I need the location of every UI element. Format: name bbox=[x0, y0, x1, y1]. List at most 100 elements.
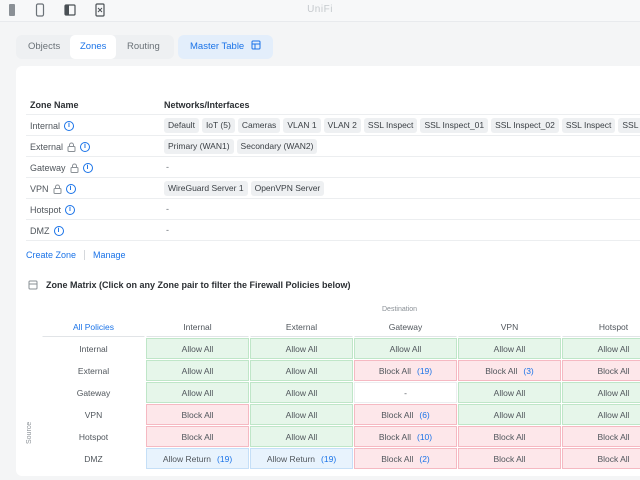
matrix-cell[interactable]: Allow All bbox=[562, 404, 640, 425]
network-chip: IoT (5) bbox=[201, 118, 235, 133]
policy-label: Block All bbox=[485, 366, 518, 376]
network-chip: SSL Inspect bbox=[363, 118, 418, 133]
matrix-cell[interactable]: - bbox=[354, 382, 457, 403]
matrix-cell[interactable]: Block All (3) bbox=[458, 360, 561, 381]
tab-routing[interactable]: Routing bbox=[117, 35, 170, 59]
matrix-cell[interactable]: Allow All bbox=[250, 382, 353, 403]
networks-header: Networks/Interfaces bbox=[164, 100, 250, 110]
matrix-source-label[interactable]: Gateway bbox=[42, 382, 145, 403]
master-table-button[interactable]: Master Table bbox=[178, 35, 273, 59]
matrix-cell[interactable]: Block All (19) bbox=[354, 360, 457, 381]
all-policies-button[interactable]: All Policies bbox=[42, 316, 145, 337]
tab-objects[interactable]: Objects bbox=[18, 35, 70, 59]
policy-label: Allow All bbox=[285, 432, 318, 442]
matrix-cell[interactable]: Allow All bbox=[458, 404, 561, 425]
matrix-cell[interactable]: Block All (6) bbox=[354, 404, 457, 425]
network-chip: Secondary (WAN2) bbox=[236, 139, 318, 154]
policy-label: Allow All bbox=[493, 388, 526, 398]
zone-name: Hotspot i bbox=[30, 205, 76, 215]
matrix-column-header[interactable]: Gateway bbox=[354, 316, 457, 337]
empty-networks: - bbox=[166, 162, 169, 172]
matrix-cell[interactable]: Allow All bbox=[562, 338, 640, 359]
policy-label: Allow All bbox=[389, 344, 422, 354]
matrix-cell[interactable]: Block All bbox=[146, 426, 249, 447]
matrix-cell[interactable]: Allow All bbox=[354, 338, 457, 359]
zone-row[interactable]: Hotspot i - bbox=[26, 199, 640, 220]
table-icon bbox=[251, 40, 261, 50]
matrix-cell[interactable]: Allow All bbox=[146, 338, 249, 359]
info-icon[interactable]: i bbox=[64, 121, 75, 131]
matrix-cell[interactable]: Allow All bbox=[146, 360, 249, 381]
matrix-cell[interactable]: Allow All bbox=[458, 338, 561, 359]
matrix-column-header[interactable]: External bbox=[250, 316, 353, 337]
matrix-cell[interactable]: Allow All bbox=[250, 426, 353, 447]
policy-label: Allow All bbox=[285, 344, 318, 354]
matrix-column-header[interactable]: Hotspot bbox=[562, 316, 640, 337]
network-chip: OpenVPN Server bbox=[250, 181, 325, 196]
matrix-cell[interactable]: Block All bbox=[458, 426, 561, 447]
matrix-cell[interactable]: Block All bbox=[562, 426, 640, 447]
divider bbox=[84, 250, 86, 260]
matrix-cell[interactable]: Block All (10) bbox=[354, 426, 457, 447]
zone-name-text: Internal bbox=[30, 121, 61, 131]
info-icon[interactable]: i bbox=[82, 163, 93, 173]
matrix-cell[interactable]: Block All bbox=[562, 448, 640, 469]
matrix-cell[interactable]: Allow All bbox=[250, 338, 353, 359]
destination-label: Destination bbox=[382, 306, 418, 313]
zone-networks: - bbox=[164, 223, 169, 238]
info-icon[interactable]: i bbox=[65, 184, 76, 194]
matrix-cell[interactable]: Allow All bbox=[458, 382, 561, 403]
zone-name-text: DMZ bbox=[30, 226, 50, 236]
zone-row[interactable]: DMZ i - bbox=[26, 220, 640, 241]
matrix-cell[interactable]: Allow Return (19) bbox=[146, 448, 249, 469]
lock-icon bbox=[53, 184, 62, 194]
policy-label: Allow All bbox=[285, 410, 318, 420]
matrix-cell[interactable]: Allow All bbox=[250, 360, 353, 381]
matrix-cell[interactable]: Allow All bbox=[562, 382, 640, 403]
network-chip: VLAN 1 bbox=[283, 118, 321, 133]
matrix-source-label[interactable]: VPN bbox=[42, 404, 145, 425]
zone-actions: Create Zone Manage bbox=[26, 250, 126, 260]
lock-icon bbox=[67, 142, 76, 152]
matrix-source-label[interactable]: External bbox=[42, 360, 145, 381]
policy-label: - bbox=[404, 388, 407, 398]
matrix-column-header[interactable]: Internal bbox=[146, 316, 249, 337]
matrix-cell[interactable]: Block All bbox=[562, 360, 640, 381]
policy-label: Allow All bbox=[493, 410, 526, 420]
matrix-cell[interactable]: Allow All bbox=[250, 404, 353, 425]
matrix-cell[interactable]: Allow All bbox=[146, 382, 249, 403]
zone-row[interactable]: External i Primary (WAN1) Secondary (WAN2) bbox=[26, 136, 640, 157]
tab-bar: Objects Zones Routing Master Table bbox=[16, 35, 586, 59]
zone-row[interactable]: Internal i Default IoT (5) Cameras VLAN 1 VLAN… bbox=[26, 115, 640, 136]
matrix-cell[interactable]: Block All bbox=[146, 404, 249, 425]
matrix-cell[interactable]: Block All (2) bbox=[354, 448, 457, 469]
tab-group: Objects Zones Routing bbox=[16, 35, 174, 59]
manage-link[interactable]: Manage bbox=[93, 250, 126, 260]
network-chip: WireGuard Server 1 bbox=[164, 181, 248, 196]
zone-row[interactable]: Gateway i - bbox=[26, 157, 640, 178]
zone-networks: - bbox=[164, 202, 169, 217]
zone-name-text: Gateway bbox=[30, 163, 66, 173]
zone-name-text: VPN bbox=[30, 184, 49, 194]
matrix-column-header[interactable]: VPN bbox=[458, 316, 561, 337]
policy-count: (19) bbox=[417, 366, 433, 376]
network-chip: SSL Inspect bbox=[561, 118, 616, 133]
zone-row[interactable]: VPN i WireGuard Server 1 OpenVPN Server bbox=[26, 178, 640, 199]
network-chip: SSL Inspect_01 bbox=[420, 118, 489, 133]
matrix-source-label[interactable]: Hotspot bbox=[42, 426, 145, 447]
info-icon[interactable]: i bbox=[80, 142, 91, 152]
tab-zones[interactable]: Zones bbox=[70, 35, 117, 59]
policy-count: (6) bbox=[419, 410, 430, 420]
zone-name: VPN i bbox=[30, 184, 76, 194]
info-icon[interactable]: i bbox=[53, 226, 64, 236]
network-chip: VLAN 2 bbox=[323, 118, 361, 133]
matrix-cell[interactable]: Block All bbox=[458, 448, 561, 469]
matrix-cell[interactable]: Allow Return (19) bbox=[250, 448, 353, 469]
info-icon[interactable]: i bbox=[65, 205, 76, 215]
network-chip: SSL Inspect_02 bbox=[491, 118, 559, 133]
matrix-source-label[interactable]: DMZ bbox=[42, 448, 145, 469]
policy-label: Allow All bbox=[597, 410, 630, 420]
policy-label: Block All bbox=[181, 432, 214, 442]
create-zone-link[interactable]: Create Zone bbox=[26, 250, 76, 260]
matrix-source-label[interactable]: Internal bbox=[42, 338, 145, 359]
